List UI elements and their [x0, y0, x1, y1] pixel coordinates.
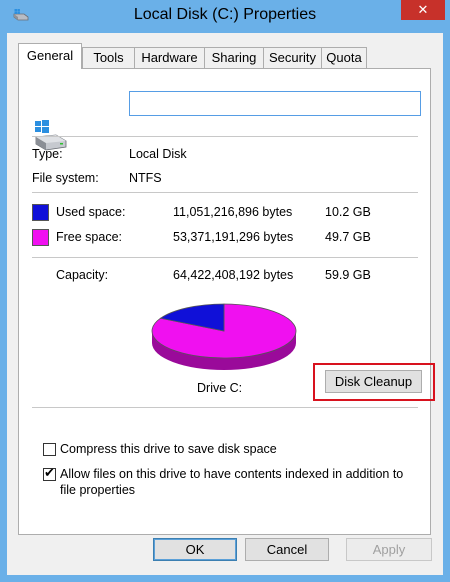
cancel-button[interactable]: Cancel — [245, 538, 329, 561]
tab-security[interactable]: Security — [263, 47, 322, 68]
type-value: Local Disk — [129, 147, 187, 161]
pie-chart-label: Drive C: — [197, 381, 243, 395]
divider — [32, 407, 418, 408]
free-space-bytes: 53,371,191,296 bytes — [173, 230, 294, 244]
dialog-body: General Tools Hardware Sharing Security … — [7, 33, 443, 575]
free-space-size: 49.7 GB — [325, 230, 371, 244]
properties-window: Local Disk (C:) Properties ✕ General Too… — [0, 0, 450, 582]
apply-button[interactable]: Apply — [346, 538, 432, 561]
disk-cleanup-button[interactable]: Disk Cleanup — [325, 370, 422, 393]
divider — [32, 136, 418, 137]
close-button[interactable]: ✕ — [401, 0, 445, 20]
free-space-label: Free space: — [56, 230, 123, 244]
type-label: Type: — [32, 147, 63, 161]
ok-button[interactable]: OK — [153, 538, 237, 561]
compress-label: Compress this drive to save disk space — [60, 442, 277, 456]
capacity-label: Capacity: — [56, 268, 109, 282]
tab-hardware[interactable]: Hardware — [134, 47, 205, 68]
used-space-swatch — [32, 204, 49, 221]
window-title: Local Disk (C:) Properties — [133, 6, 317, 23]
close-icon: ✕ — [417, 2, 429, 17]
used-space-bytes: 11,051,216,896 bytes — [173, 205, 293, 219]
file-system-value: NTFS — [129, 171, 162, 185]
compress-checkbox[interactable] — [43, 443, 56, 456]
title-bar[interactable]: Local Disk (C:) Properties ✕ — [0, 0, 450, 33]
tab-quota[interactable]: Quota — [321, 47, 367, 68]
check-icon: ✔ — [44, 465, 55, 480]
tab-tools[interactable]: Tools — [82, 47, 135, 68]
index-checkbox[interactable]: ✔ — [43, 465, 56, 481]
index-label-line2: file properties — [60, 483, 136, 497]
file-system-label: File system: — [32, 171, 99, 185]
tab-general[interactable]: General — [18, 43, 82, 69]
index-label-line1: Allow files on this drive to have conten… — [60, 467, 404, 481]
capacity-bytes: 64,422,408,192 bytes — [173, 268, 294, 282]
free-space-swatch — [32, 229, 49, 246]
tab-sharing[interactable]: Sharing — [204, 47, 264, 68]
divider — [32, 192, 418, 193]
used-space-size: 10.2 GB — [325, 205, 371, 219]
drive-name-input[interactable] — [129, 91, 421, 116]
used-space-label: Used space: — [56, 205, 126, 219]
general-tab-panel: Type: Local Disk File system: NTFS Used … — [18, 68, 435, 535]
divider — [32, 257, 418, 258]
disk-usage-pie — [151, 303, 297, 370]
capacity-size: 59.9 GB — [325, 268, 371, 282]
